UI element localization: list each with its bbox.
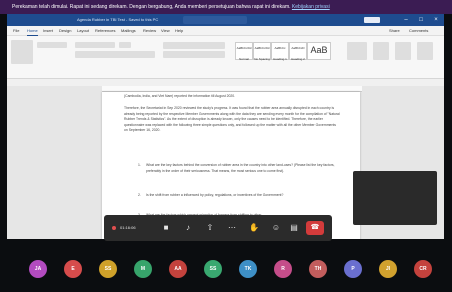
style-normal-sample: AaBbCcDd: [236, 46, 252, 50]
tab-design[interactable]: Design: [59, 26, 71, 35]
tab-mailings[interactable]: Mailings: [121, 26, 136, 35]
editor-button[interactable]: [395, 42, 411, 60]
tab-layout[interactable]: Layout: [77, 26, 89, 35]
microphone-icon[interactable]: ♪: [182, 222, 194, 234]
recording-notice-banner: Perekaman telah dimulai. Rapat ini sedan…: [0, 0, 452, 14]
style-no-spacing-label: No Spacing: [254, 57, 270, 61]
font-format-buttons[interactable]: [75, 51, 155, 58]
question-number: 2.: [138, 193, 141, 197]
participant-avatar[interactable]: AA: [169, 260, 187, 278]
word-titlebar: Agenda Rubber in TBI Test - Saved to thi…: [7, 14, 444, 26]
participant-avatar[interactable]: E: [64, 260, 82, 278]
style-normal[interactable]: AaBbCcDd Normal: [235, 42, 253, 61]
tab-home[interactable]: Home: [27, 26, 38, 36]
style-no-spacing[interactable]: AaBbCcDd No Spacing: [253, 42, 271, 61]
reactions-icon[interactable]: ☺: [270, 222, 282, 234]
participants-strip: JA E SS M AA SS TK R TH P JI CR: [0, 258, 452, 288]
paragraph-top: (Cambodia, India, and Viet Nam) reported…: [124, 94, 236, 98]
participant-avatar[interactable]: CR: [414, 260, 432, 278]
style-no-spacing-sample: AaBbCcDd: [254, 46, 270, 50]
alignment-buttons[interactable]: [163, 51, 225, 58]
tab-review[interactable]: Review: [143, 26, 156, 35]
tab-references[interactable]: References: [95, 26, 115, 35]
question-number: 1.: [138, 163, 141, 167]
privacy-policy-link[interactable]: Kebijakan privasi: [292, 4, 330, 10]
participant-avatar[interactable]: JA: [29, 260, 47, 278]
self-video-tile: [353, 171, 437, 225]
ribbon-tabs: File Home Insert Design Layout Reference…: [7, 26, 444, 36]
chat-icon[interactable]: ▤: [288, 222, 300, 234]
reuse-files-button[interactable]: [417, 42, 433, 60]
find-replace-group[interactable]: [347, 42, 367, 60]
participant-avatar[interactable]: R: [274, 260, 292, 278]
search-box[interactable]: [183, 16, 247, 24]
paste-button[interactable]: [11, 40, 33, 64]
participant-avatar[interactable]: M: [134, 260, 152, 278]
style-heading-1-label: Heading 1: [273, 57, 287, 61]
question-text: What are the key factors behind the conv…: [146, 163, 335, 173]
style-heading-2-label: Heading 2: [291, 57, 305, 61]
style-heading-1-sample: AaBbCc: [274, 46, 286, 50]
share-button[interactable]: Share: [389, 26, 400, 35]
question-text: Is the shift from rubber a influenced by…: [146, 193, 284, 197]
close-icon[interactable]: ×: [430, 14, 442, 26]
end-call-button[interactable]: ☎: [306, 221, 324, 235]
tab-file[interactable]: File: [13, 26, 19, 35]
comments-button[interactable]: Comments: [409, 26, 428, 35]
paragraph-buttons[interactable]: [163, 42, 225, 49]
document-title: Agenda Rubber in TBI Test - Saved to thi…: [77, 17, 159, 22]
raise-hand-icon[interactable]: ✋: [248, 222, 260, 234]
tab-view[interactable]: View: [161, 26, 170, 35]
share-screen-icon[interactable]: ⇧: [204, 222, 216, 234]
call-timer: 01:16:06: [120, 225, 136, 230]
participant-avatar[interactable]: P: [344, 260, 362, 278]
share-pill[interactable]: [364, 17, 380, 23]
clipboard-group[interactable]: [37, 42, 67, 48]
participant-avatar[interactable]: TK: [239, 260, 257, 278]
font-name-select[interactable]: [75, 42, 115, 48]
style-heading-2-sample: AaBbCcD: [291, 46, 305, 50]
style-heading-2[interactable]: AaBbCcD Heading 2: [289, 42, 307, 61]
recording-indicator-icon: [112, 226, 116, 230]
style-title-sample: AaB: [310, 45, 328, 55]
more-options-icon[interactable]: ⋯: [226, 222, 238, 234]
tab-insert[interactable]: Insert: [43, 26, 53, 35]
participant-avatar[interactable]: JI: [379, 260, 397, 278]
camera-icon[interactable]: ■: [160, 222, 172, 234]
participant-avatar[interactable]: TH: [309, 260, 327, 278]
recording-notice-text: Perekaman telah dimulai. Rapat ini sedan…: [12, 4, 291, 10]
dictate-button[interactable]: [373, 42, 389, 60]
style-normal-label: Normal: [239, 57, 249, 61]
participant-avatar[interactable]: SS: [204, 260, 222, 278]
meeting-toolbar: 01:16:06 ■ ♪ ⇧ ⋯ ✋ ☺ ▤ ☎: [104, 215, 332, 241]
maximize-icon[interactable]: □: [415, 14, 427, 26]
ribbon-home: AaBbCcDd Normal AaBbCcDd No Spacing AaBb…: [7, 36, 444, 79]
style-heading-1[interactable]: AaBbCc Heading 1: [271, 42, 289, 61]
style-title[interactable]: AaB: [307, 42, 331, 60]
participant-avatar[interactable]: SS: [99, 260, 117, 278]
font-size-select[interactable]: [119, 42, 131, 48]
tab-help[interactable]: Help: [175, 26, 183, 35]
paragraph-main: Therefore, the Secretariat in Sep 2020 r…: [124, 106, 340, 133]
minimize-icon[interactable]: –: [400, 14, 412, 26]
